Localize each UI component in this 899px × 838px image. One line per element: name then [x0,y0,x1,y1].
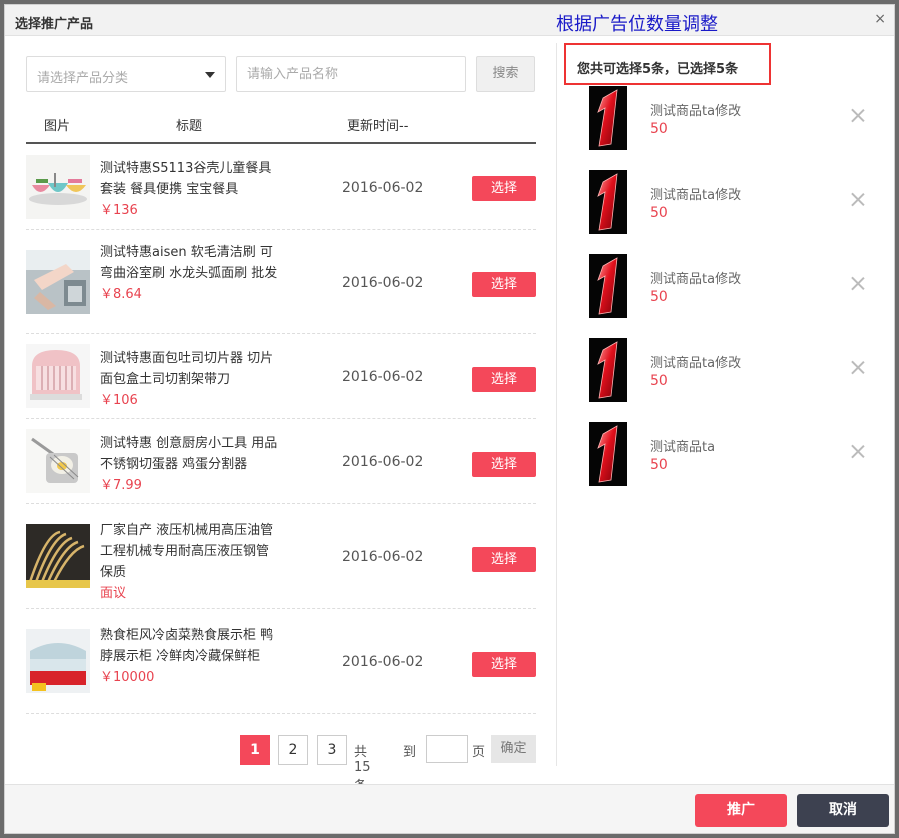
header-updated[interactable]: 更新时间-- [347,115,408,134]
product-title: 熟食柜风冷卤菜熟食展示柜 鸭脖展示柜 冷鲜肉冷藏保鲜柜 [100,628,274,664]
product-price: ￥7.99 [100,478,142,493]
product-table-header: 图片 标题 更新时间-- [26,106,536,144]
select-button[interactable]: 选择 [472,272,536,297]
product-title: 测试特惠aisen 软毛清洁刷 可弯曲浴室刷 水龙头弧面刷 批发 [100,245,278,281]
selected-item: 测试商品ta修改 50 [589,338,869,402]
product-date: 2016-06-02 [342,180,424,196]
product-title: 测试特惠面包吐司切片器 切片面包盒土司切割架带刀 [100,351,274,387]
product-date: 2016-06-02 [342,275,424,291]
hydraulic-hose-photo [26,524,90,588]
bread-slicer-photo [26,344,90,408]
selected-item-name: 测试商品ta修改 [650,104,742,119]
page-2-button[interactable]: 2 [278,735,308,765]
category-select[interactable]: 请选择产品分类 [26,56,226,92]
select-button[interactable]: 选择 [472,367,536,392]
select-button[interactable]: 选择 [472,547,536,572]
panel-divider [556,43,557,766]
selected-item: 测试商品ta修改 50 [589,254,869,318]
number-one-image [589,254,627,318]
dialog-titlebar: 选择推广产品 根据广告位数量调整 × [5,5,894,36]
selected-item-value: 50 [650,457,668,473]
number-one-image [589,422,627,486]
product-price: ￥136 [100,203,138,218]
display-cabinet-photo [26,629,90,693]
product-name-input[interactable] [236,56,466,92]
product-date: 2016-06-02 [342,454,424,470]
remove-icon[interactable] [851,444,865,458]
page-3-button[interactable]: 3 [317,735,347,765]
product-name: 测试特惠S5113谷壳儿童餐具套装 餐具便携 宝宝餐具 ￥136 [100,158,280,221]
dialog-title: 选择推广产品 [15,17,94,32]
selected-item-value: 50 [650,205,668,221]
egg-slicer-photo [26,429,90,493]
remove-icon[interactable] [851,276,865,290]
table-row: 测试特惠S5113谷壳儿童餐具套装 餐具便携 宝宝餐具 ￥136 2016-06… [26,145,536,230]
selected-item-value: 50 [650,289,668,305]
table-row: 测试特惠aisen 软毛清洁刷 可弯曲浴室刷 水龙头弧面刷 批发 ￥8.64 2… [26,230,536,334]
product-name: 测试特惠 创意厨房小工具 用品 不锈钢切蛋器 鸡蛋分割器 ￥7.99 [100,433,280,496]
selected-item-name: 测试商品ta修改 [650,188,742,203]
select-product-dialog: 选择推广产品 根据广告位数量调整 × 请选择产品分类 搜索 图片 标题 更新时间… [4,4,895,834]
cleaning-brush-photo [26,250,90,314]
product-name: 测试特惠面包吐司切片器 切片面包盒土司切割架带刀 ￥106 [100,348,280,411]
goto-confirm-button[interactable]: 确定 [491,735,536,763]
product-name: 厂家自产 液压机械用高压油管 工程机械专用耐高压液压钢管 保质 面议 [100,520,280,604]
selected-item-name: 测试商品ta修改 [650,272,742,287]
annotation-note: 根据广告位数量调整 [556,14,718,35]
number-one-image [589,170,627,234]
product-title: 测试特惠S5113谷壳儿童餐具套装 餐具便携 宝宝餐具 [100,161,272,197]
select-button[interactable]: 选择 [472,652,536,677]
dialog-footer: 推广 取消 [5,784,894,833]
product-date: 2016-06-02 [342,369,424,385]
table-row: 测试特惠面包吐司切片器 切片面包盒土司切割架带刀 ￥106 2016-06-02… [26,334,536,419]
selected-item: 测试商品ta 50 [589,422,869,486]
close-icon[interactable]: × [874,11,886,27]
product-date: 2016-06-02 [342,549,424,565]
cancel-button[interactable]: 取消 [797,794,889,827]
table-row: 熟食柜风冷卤菜熟食展示柜 鸭脖展示柜 冷鲜肉冷藏保鲜柜 ￥10000 2016-… [26,609,536,714]
product-price: ￥10000 [100,670,155,685]
selected-item: 测试商品ta修改 50 [589,86,869,150]
product-price: ￥106 [100,393,138,408]
tableware-set-photo [26,155,90,219]
select-button[interactable]: 选择 [472,452,536,477]
selected-item-name: 测试商品ta修改 [650,356,742,371]
product-date: 2016-06-02 [342,654,424,670]
product-name: 熟食柜风冷卤菜熟食展示柜 鸭脖展示柜 冷鲜肉冷藏保鲜柜 ￥10000 [100,625,280,688]
number-one-image [589,86,627,150]
remove-icon[interactable] [851,192,865,206]
selected-item-value: 50 [650,121,668,137]
page-1-button[interactable]: 1 [240,735,270,765]
table-row: 测试特惠 创意厨房小工具 用品 不锈钢切蛋器 鸡蛋分割器 ￥7.99 2016-… [26,419,536,504]
selected-item-name: 测试商品ta [650,440,716,455]
selection-summary-text: 您共可选择5条，已选择5条 [577,62,739,77]
header-image: 图片 [44,119,71,134]
caret-down-icon [205,72,215,78]
product-price: ￥8.64 [100,287,142,302]
table-row: 厂家自产 液压机械用高压油管 工程机械专用耐高压液压钢管 保质 面议 2016-… [26,504,536,609]
product-name: 测试特惠aisen 软毛清洁刷 可弯曲浴室刷 水龙头弧面刷 批发 ￥8.64 [100,242,280,305]
selection-summary: 您共可选择5条，已选择5条 [564,43,771,85]
category-select-placeholder: 请选择产品分类 [37,71,129,86]
product-price: 面议 [100,586,127,601]
remove-icon[interactable] [851,360,865,374]
page-unit-label: 页 [472,745,486,760]
search-button[interactable]: 搜索 [476,56,535,92]
remove-icon[interactable] [851,108,865,122]
goto-page-input[interactable] [426,735,468,763]
number-one-image [589,338,627,402]
selected-item: 测试商品ta修改 50 [589,170,869,234]
promote-button[interactable]: 推广 [695,794,787,827]
select-button[interactable]: 选择 [472,176,536,201]
selected-item-value: 50 [650,373,668,389]
product-title: 测试特惠 创意厨房小工具 用品 不锈钢切蛋器 鸡蛋分割器 [100,436,278,472]
product-title: 厂家自产 液压机械用高压油管 工程机械专用耐高压液压钢管 保质 [100,523,274,580]
goto-label: 到 [403,745,417,760]
header-title: 标题 [176,119,203,134]
